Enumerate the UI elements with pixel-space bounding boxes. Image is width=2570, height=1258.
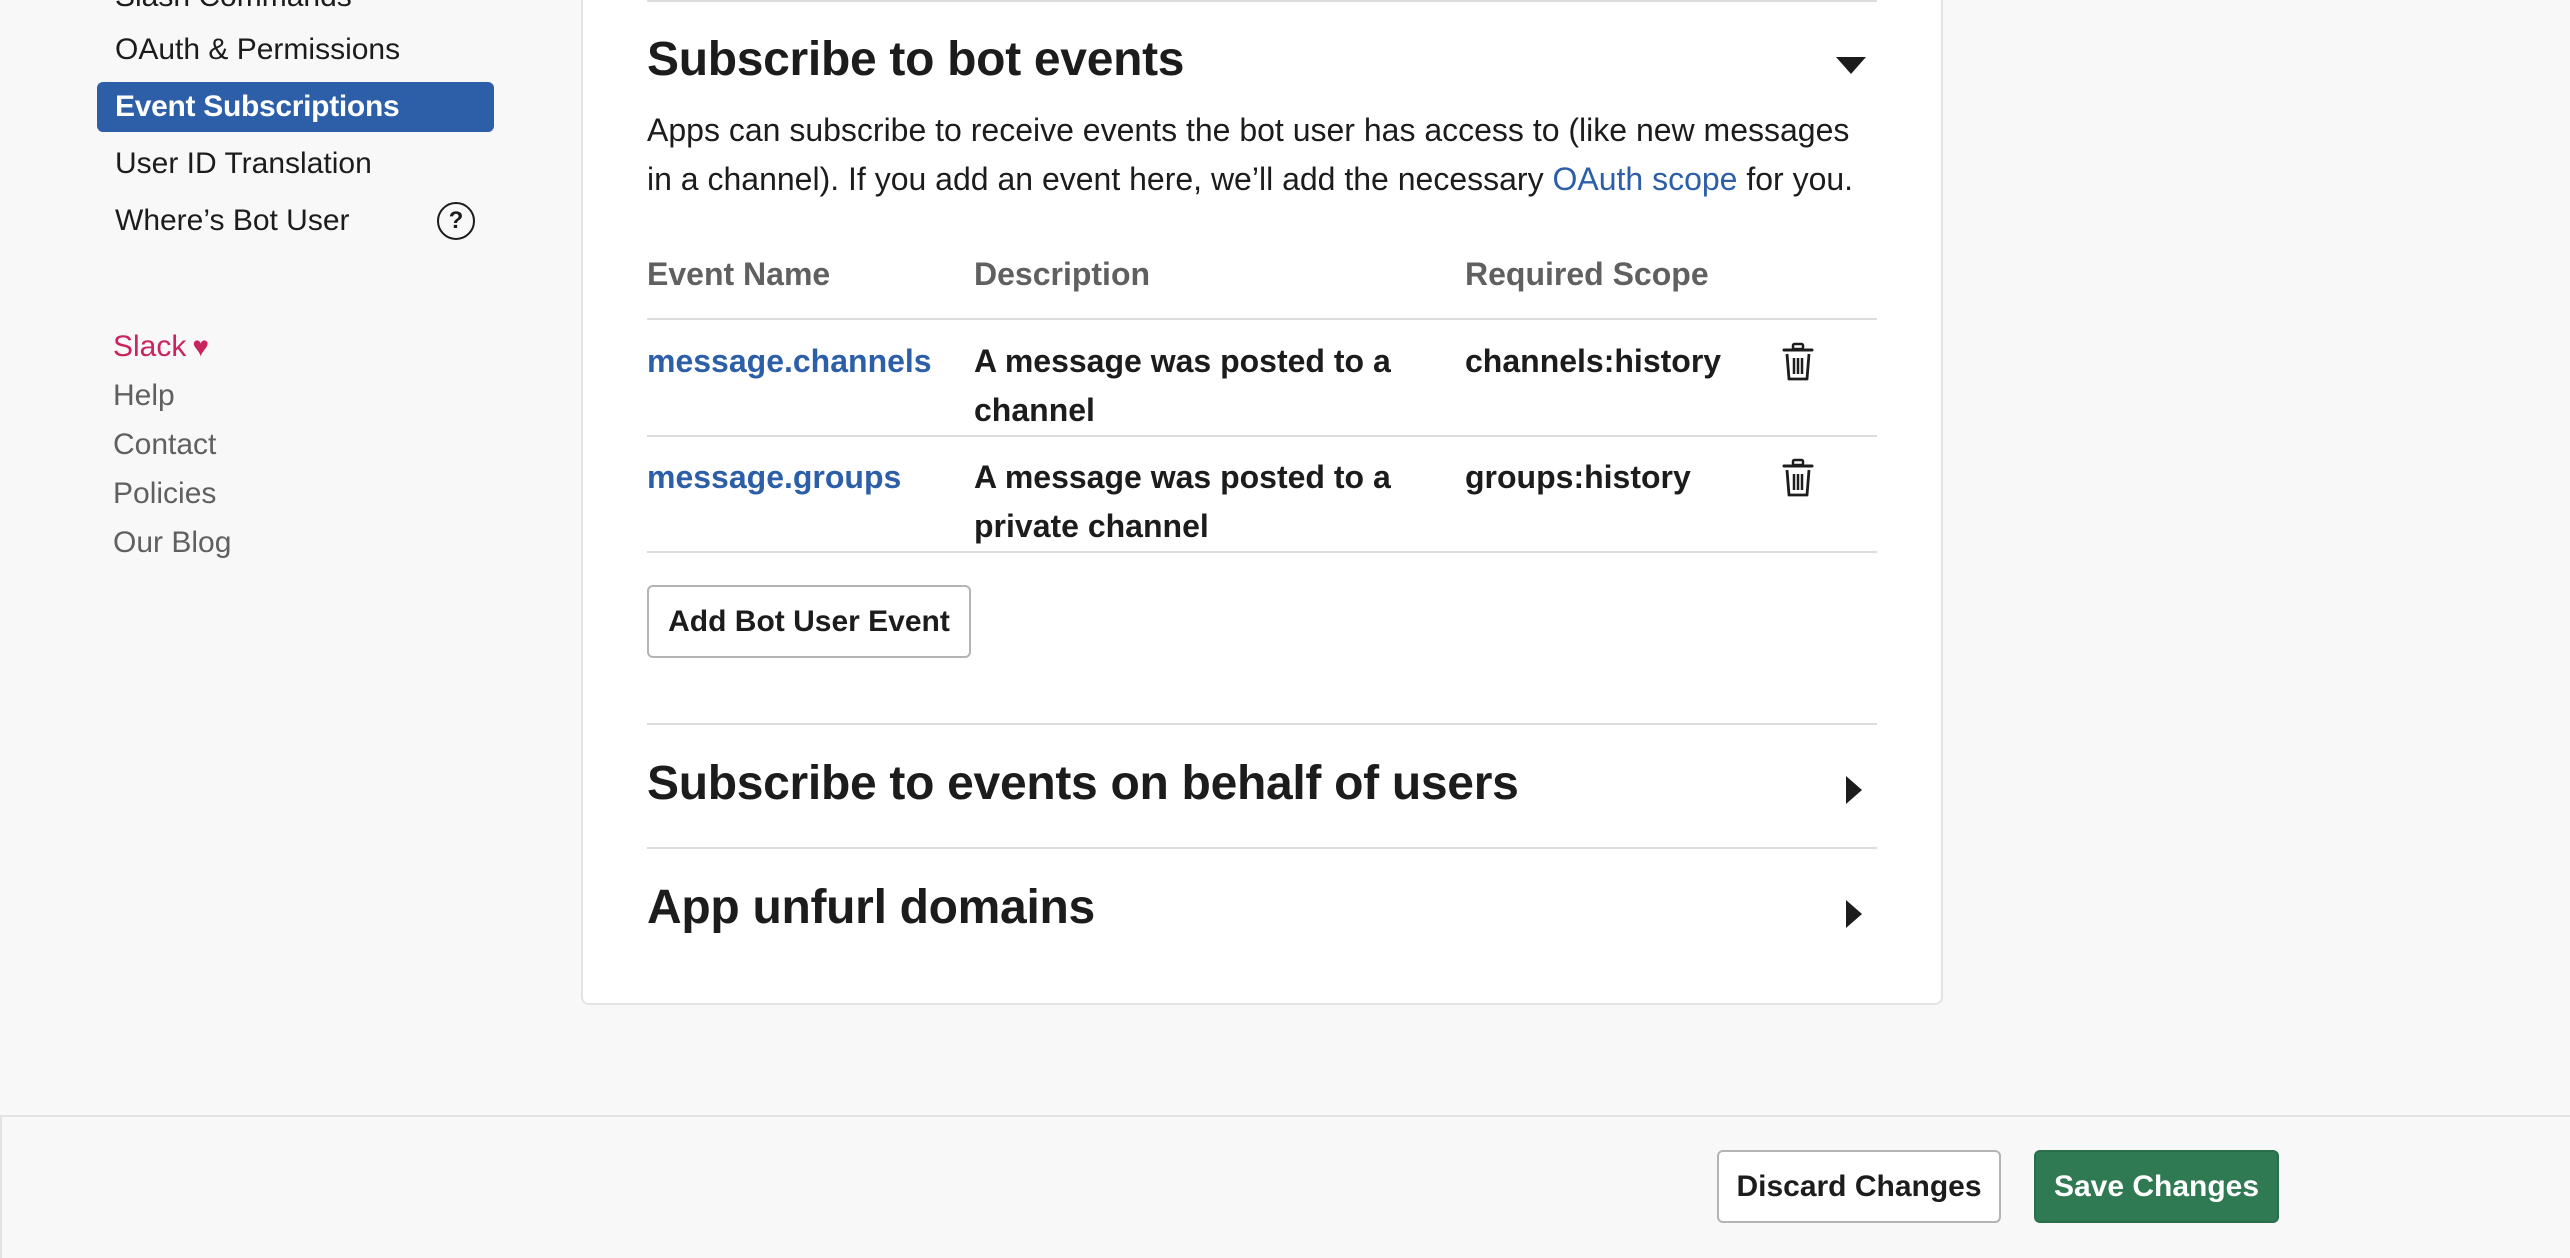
caret-right-icon[interactable] bbox=[1846, 776, 1862, 804]
policies-link[interactable]: Policies bbox=[113, 477, 216, 511]
sidebar-item-event-subscriptions[interactable]: Event Subscriptions bbox=[97, 82, 494, 132]
trash-icon[interactable] bbox=[1782, 342, 1814, 382]
sidebar-item-user-id-translation[interactable]: User ID Translation bbox=[97, 139, 494, 189]
description-text-end: for you. bbox=[1737, 161, 1854, 197]
section-divider bbox=[647, 723, 1877, 725]
our-blog-link[interactable]: Our Blog bbox=[113, 526, 231, 560]
event-description: A message was posted to a channel bbox=[974, 343, 1391, 428]
column-header-description: Description bbox=[974, 256, 1151, 292]
table-divider bbox=[647, 435, 1877, 437]
slack-link-label: Slack bbox=[113, 330, 187, 363]
add-bot-user-event-button[interactable]: Add Bot User Event bbox=[647, 585, 971, 658]
sidebar-item-label: Slash Commands bbox=[115, 0, 352, 14]
event-description: A message was posted to a private channe… bbox=[974, 459, 1391, 544]
table-divider bbox=[647, 318, 1877, 320]
sidebar-item-wheres-bot-user[interactable]: Where’s Bot User bbox=[97, 196, 494, 246]
caret-down-icon[interactable] bbox=[1836, 57, 1866, 74]
oauth-scope-link[interactable]: OAuth scope bbox=[1552, 161, 1737, 197]
bot-events-description: Apps can subscribe to receive events the… bbox=[647, 106, 1877, 204]
sidebar-nav: Slash Commands OAuth & Permissions Event… bbox=[0, 0, 540, 1110]
event-scope: channels:history bbox=[1465, 343, 1722, 379]
discard-changes-button[interactable]: Discard Changes bbox=[1717, 1150, 2001, 1223]
column-header-event-name: Event Name bbox=[647, 256, 831, 292]
bot-events-section-title[interactable]: Subscribe to bot events bbox=[647, 32, 1185, 87]
help-icon[interactable]: ? bbox=[437, 202, 475, 240]
section-divider bbox=[647, 0, 1877, 2]
slack-link[interactable]: Slack ♥ bbox=[113, 330, 209, 364]
help-link[interactable]: Help bbox=[113, 379, 175, 413]
event-name-message-groups[interactable]: message.groups bbox=[647, 453, 901, 502]
sidebar-item-label: Where’s Bot User bbox=[115, 204, 350, 237]
contact-link[interactable]: Contact bbox=[113, 428, 216, 462]
section-divider bbox=[647, 847, 1877, 849]
sidebar-item-label: Event Subscriptions bbox=[115, 90, 400, 123]
column-header-required-scope: Required Scope bbox=[1465, 256, 1709, 292]
sidebar-item-slash-commands[interactable]: Slash Commands bbox=[97, 0, 494, 22]
sidebar-item-label: User ID Translation bbox=[115, 147, 372, 180]
trash-icon[interactable] bbox=[1782, 458, 1814, 498]
sidebar-item-label: OAuth & Permissions bbox=[115, 33, 401, 66]
save-changes-button[interactable]: Save Changes bbox=[2034, 1150, 2279, 1223]
event-scope: groups:history bbox=[1465, 459, 1691, 495]
table-divider bbox=[647, 551, 1877, 553]
help-icon-glyph: ? bbox=[448, 207, 464, 234]
user-events-section-title[interactable]: Subscribe to events on behalf of users bbox=[647, 756, 1519, 811]
caret-right-icon[interactable] bbox=[1846, 900, 1862, 928]
unfurl-domains-section-title[interactable]: App unfurl domains bbox=[647, 880, 1095, 935]
heart-icon: ♥ bbox=[192, 331, 209, 362]
event-name-message-channels[interactable]: message.channels bbox=[647, 337, 932, 386]
sidebar-item-oauth-permissions[interactable]: OAuth & Permissions bbox=[97, 25, 494, 75]
